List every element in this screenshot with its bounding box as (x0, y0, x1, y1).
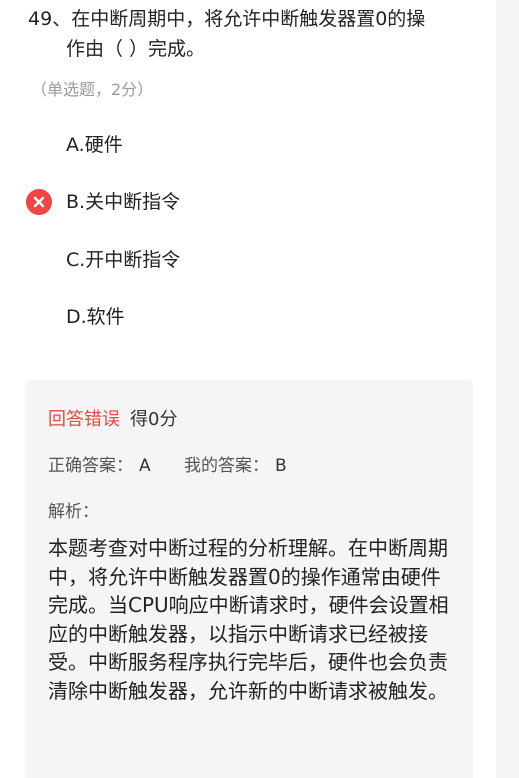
my-answer-label: 我的答案： (184, 456, 270, 476)
quiz-page: 49、在中断周期中，将允许中断触发器置0的操 作由（ ）完成。 （单选题，2分）… (0, 0, 519, 778)
correct-answer-label: 正确答案： (48, 456, 133, 476)
question-text-line2: 作由（ ）完成。 (66, 38, 206, 60)
my-answer-value: B (275, 456, 287, 476)
analysis-text: 本题考查对中断过程的分析理解。在中断周期中，将允许中断触发器置0的操作通常由硬件… (48, 536, 449, 703)
option-a-label: A.硬件 (66, 134, 123, 156)
result-status: 回答错误 (48, 409, 120, 430)
option-b[interactable]: B.关中断指令 (0, 181, 470, 221)
option-d[interactable]: D.软件 (0, 296, 470, 336)
result-score: 得0分 (130, 409, 178, 430)
correct-answer-value: A (139, 456, 151, 476)
question-number: 49、 (28, 8, 72, 30)
answers-row: 正确答案： A 我的答案： B (48, 454, 287, 478)
close-icon (26, 189, 52, 215)
option-c[interactable]: C.开中断指令 (0, 239, 470, 279)
option-b-label: B.关中断指令 (66, 191, 181, 213)
scroll-gutter (496, 0, 519, 778)
answer-feedback-card: 回答错误 得0分 正确答案： A 我的答案： B 解析： 本题考查对中断过程的分析理解… (25, 380, 473, 778)
result-row: 回答错误 得0分 (48, 408, 177, 432)
option-c-label: C.开中断指令 (66, 249, 181, 271)
question-stem: 49、在中断周期中，将允许中断触发器置0的操 作由（ ）完成。 (28, 4, 478, 64)
question-text-line1: 在中断周期中，将允许中断触发器置0的操 (71, 8, 426, 30)
option-a[interactable]: A.硬件 (0, 124, 470, 164)
analysis-label: 解析： (48, 502, 99, 522)
option-d-label: D.软件 (66, 306, 125, 328)
question-type-score: （单选题，2分） (31, 80, 154, 99)
